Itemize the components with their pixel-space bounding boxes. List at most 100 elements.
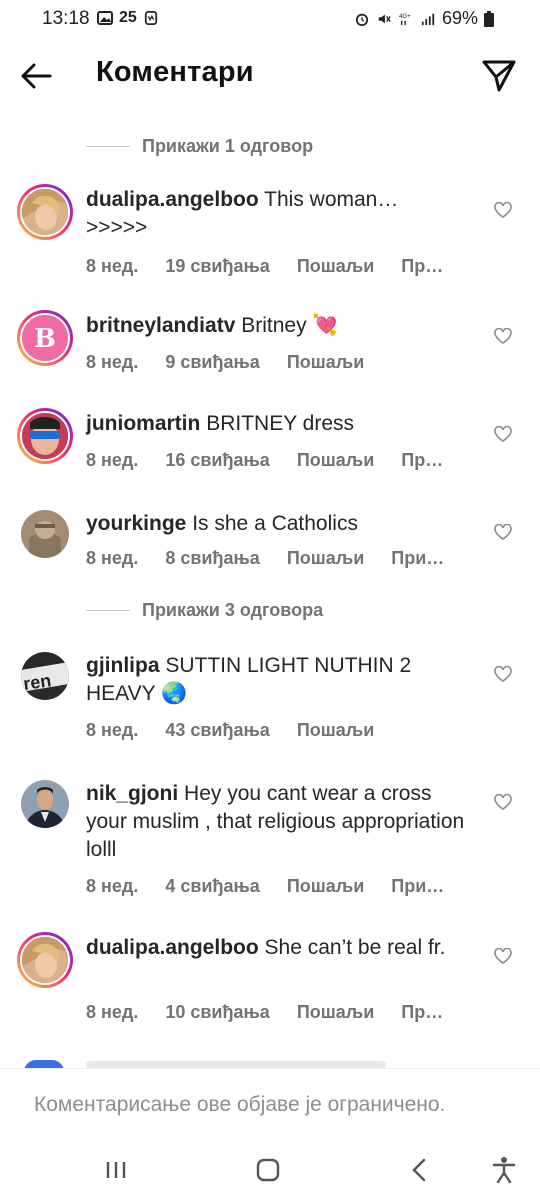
reply-link[interactable]: Пр… (401, 450, 443, 471)
comment-likes[interactable]: 8 свиђања (165, 548, 259, 569)
comment-username[interactable]: dualipa.angelboo (86, 936, 259, 959)
comment-meta: 8 нед. 19 свиђања Пошаљи Пр… (86, 256, 443, 277)
status-notifications: 25 (97, 9, 159, 27)
comment-meta: 8 нед. 16 свиђања Пошаљи Пр… (86, 450, 443, 471)
comment-likes[interactable]: 9 свиђања (165, 352, 259, 373)
view-replies-label: Прикажи 3 одговора (142, 599, 324, 620)
avatar[interactable] (21, 510, 69, 558)
comment-body: yourkinge Is she a Catholics (86, 510, 466, 538)
avatar[interactable]: B (17, 310, 73, 366)
recent-apps-icon[interactable] (100, 1154, 132, 1186)
direct-send-icon[interactable] (480, 56, 518, 94)
avatar[interactable] (21, 780, 69, 828)
send-link[interactable]: Пошаљи (287, 548, 364, 569)
system-navigation-bar (0, 1140, 540, 1200)
avatar[interactable] (17, 184, 73, 240)
back-nav-icon[interactable] (404, 1154, 436, 1186)
send-link[interactable]: Пошаљи (287, 876, 364, 897)
back-arrow-icon[interactable] (18, 58, 54, 94)
svg-text:ren: ren (22, 670, 53, 694)
heart-icon[interactable] (494, 426, 512, 442)
dualipa-avatar-icon (22, 937, 68, 983)
view-replies-toggle[interactable]: Прикажи 3 одговора (86, 598, 323, 622)
comment-username[interactable]: nik_gjoni (86, 782, 178, 805)
avatar[interactable] (17, 408, 73, 464)
comment-meta: 8 нед. 4 свиђања Пошаљи При… (86, 876, 444, 897)
reply-link[interactable]: Пр… (401, 256, 443, 277)
comment-likes[interactable]: 4 свиђања (165, 876, 259, 897)
heart-icon[interactable] (494, 202, 512, 218)
dualipa-avatar-icon (22, 189, 68, 235)
send-link[interactable]: Пошаљи (287, 352, 364, 373)
comment-username[interactable]: yourkinge (86, 512, 186, 535)
signal-bars-icon (421, 13, 435, 25)
reply-link[interactable]: При… (391, 548, 444, 569)
comment-time: 8 нед. (86, 720, 139, 740)
comment-time: 8 нед. (86, 1002, 139, 1022)
send-link[interactable]: Пошаљи (297, 1002, 374, 1023)
gallery-icon (97, 11, 113, 25)
reply-link[interactable]: Пр… (401, 1002, 443, 1023)
comment-likes[interactable]: 43 свиђања (165, 720, 270, 741)
send-link[interactable]: Пошаљи (297, 720, 374, 741)
comment-username[interactable]: britneylandiatv (86, 314, 235, 337)
view-replies-toggle[interactable]: Прикажи 1 одговор (86, 134, 313, 158)
comment-meta: 8 нед. 9 свиђања Пошаљи (86, 352, 391, 373)
accessibility-icon[interactable] (488, 1154, 520, 1186)
comment-likes[interactable]: 19 свиђања (165, 256, 270, 277)
comment-meta: 8 нед. 43 свиђања Пошаљи (86, 720, 401, 741)
nik-avatar-icon (21, 780, 69, 828)
comment-text: BRITNEY dress (206, 412, 355, 435)
comment-text: Britney 💘 (241, 314, 339, 337)
comment-time: 8 нед. (86, 548, 139, 568)
reply-link[interactable]: При… (391, 876, 444, 897)
comment-time: 8 нед. (86, 256, 139, 276)
comment-body: juniomartin BRITNEY dress (86, 410, 466, 438)
comment-item: B britneylandiatv Britney 💘 8 нед. 9 сви… (0, 310, 540, 380)
battery-percent: 69% (441, 8, 478, 28)
comment-item: nik_gjoni Hey you cant wear a cross your… (0, 778, 540, 904)
lte-signal-icon: 4G+ (399, 13, 411, 25)
comment-body: gjinlipa SUTTIN LIGHT NUTHIN 2 HEAVY 🌏 (86, 652, 466, 708)
heart-icon[interactable] (494, 666, 512, 682)
battery-icon (484, 10, 494, 27)
alarm-icon (355, 13, 369, 26)
comment-username[interactable]: dualipa.angelboo (86, 188, 259, 211)
send-link[interactable]: Пошаљи (297, 450, 374, 471)
heart-icon[interactable] (494, 794, 512, 810)
svg-text:4G+: 4G+ (399, 13, 411, 20)
avatar[interactable] (17, 932, 73, 988)
svg-text:B: B (34, 324, 56, 353)
vibrate-app-icon (144, 11, 157, 25)
replies-divider (86, 145, 130, 147)
avatar[interactable]: ren (21, 652, 69, 700)
heart-icon[interactable] (494, 328, 512, 344)
comment-text-line-2: >>>>> (86, 216, 148, 239)
comments-restricted-bar: Коментарисање ове објаве је ограничено. (0, 1068, 540, 1140)
comment-body: dualipa.angelboo She can’t be real fr. (86, 934, 466, 962)
heart-icon[interactable] (494, 524, 512, 540)
comment-username[interactable]: gjinlipa (86, 654, 160, 677)
yourkinge-avatar-icon (21, 510, 69, 558)
status-time: 13:18 (42, 8, 90, 29)
comment-item: yourkinge Is she a Catholics 8 нед. 8 св… (0, 508, 540, 578)
send-link[interactable]: Пошаљи (297, 256, 374, 277)
page-title: Коментари (96, 56, 254, 88)
comment-text-line-1: This woman… (264, 188, 399, 211)
comment-text: Is she a Catholics (192, 512, 358, 535)
heart-icon[interactable] (494, 948, 512, 964)
comment-time: 8 нед. (86, 352, 139, 372)
home-icon[interactable] (252, 1154, 284, 1186)
junio-avatar-icon (22, 413, 68, 459)
comment-item: dualipa.angelboo She can’t be real fr. 8… (0, 932, 540, 1032)
comment-item: dualipa.angelboo This woman… >>>>> 8 нед… (0, 184, 540, 284)
comment-text: She can’t be real fr. (264, 936, 446, 959)
comment-likes[interactable]: 10 свиђања (165, 1002, 270, 1023)
comment-item: ren gjinlipa SUTTIN LIGHT NUTHIN 2 HEAVY… (0, 650, 540, 750)
comment-username[interactable]: juniomartin (86, 412, 200, 435)
status-system-icons: 4G+ 69% (354, 8, 494, 29)
notification-count: 25 (119, 9, 137, 26)
comment-likes[interactable]: 16 свиђања (165, 450, 270, 471)
gjinlipa-avatar-icon: ren (21, 652, 69, 700)
comment-body: britneylandiatv Britney 💘 (86, 312, 466, 340)
